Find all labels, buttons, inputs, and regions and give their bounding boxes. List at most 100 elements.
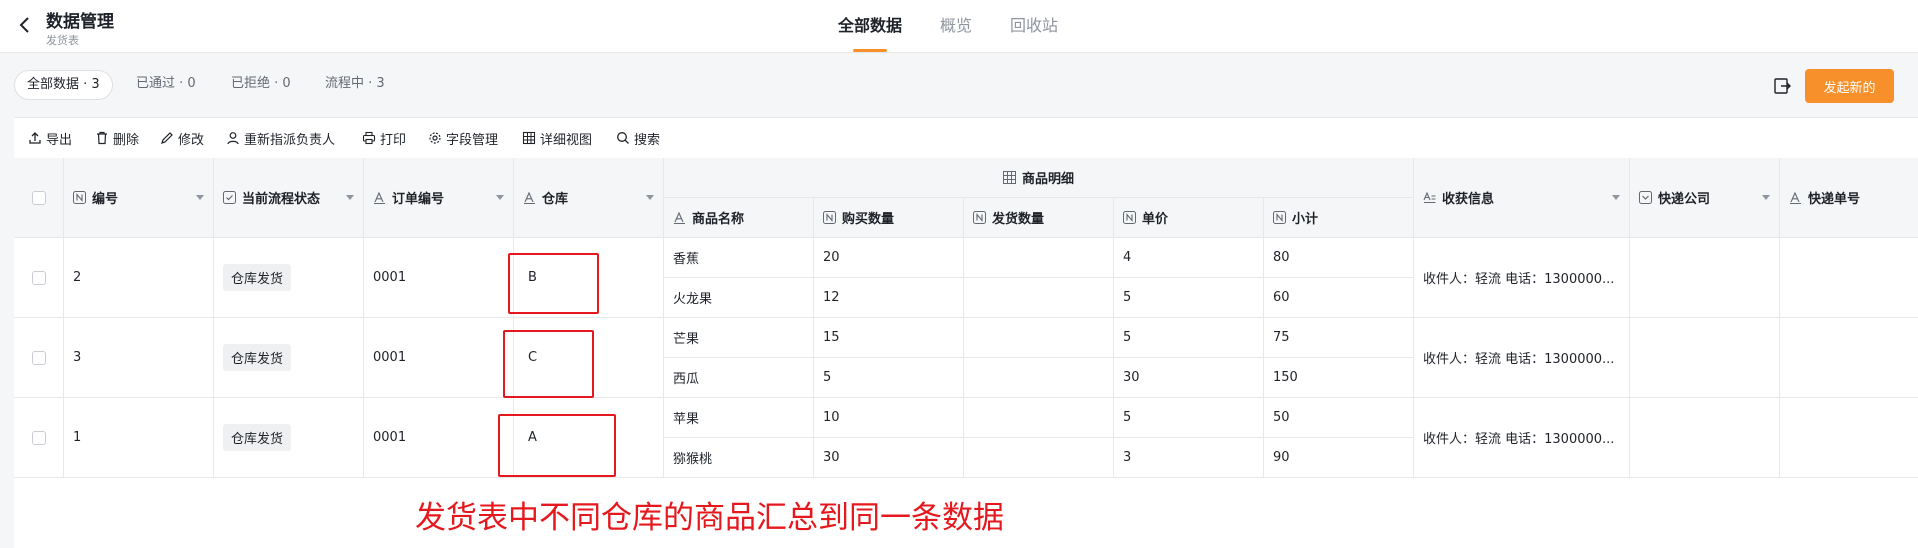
cell-id[interactable]: 2 — [64, 238, 214, 318]
page-title: 数据管理 — [46, 12, 114, 32]
sort-caret-icon[interactable] — [1762, 194, 1770, 200]
column-header-price[interactable]: 单价 — [1114, 198, 1264, 238]
column-header-tracking[interactable]: 快递单号 — [1780, 158, 1918, 238]
cell-qty[interactable]: 12 — [814, 278, 964, 318]
column-header-order-no[interactable]: 订单编号 — [364, 158, 514, 238]
cell-qty[interactable]: 20 — [814, 238, 964, 278]
cell-courier[interactable] — [1630, 238, 1780, 318]
cell-id[interactable]: 1 — [64, 398, 214, 478]
row-select-cell — [14, 318, 64, 398]
cell-status[interactable]: 仓库发货 — [214, 398, 364, 478]
cell-order-no[interactable]: 0001 — [364, 318, 514, 398]
column-header-receiver[interactable]: 收获信息 — [1414, 158, 1630, 238]
cell-qty[interactable]: 10 — [814, 398, 964, 438]
cell-qty[interactable]: 5 — [814, 358, 964, 398]
cell-price[interactable]: 5 — [1114, 278, 1264, 318]
column-header-courier[interactable]: 快递公司 — [1630, 158, 1780, 238]
column-header-subtotal[interactable]: 小计 — [1264, 198, 1414, 238]
sort-caret-icon[interactable] — [346, 194, 354, 200]
cell-ship-qty[interactable] — [964, 358, 1114, 398]
cell-ship-qty[interactable] — [964, 238, 1114, 278]
row-checkbox[interactable] — [31, 270, 46, 285]
print-button[interactable]: 打印 — [362, 118, 406, 158]
cell-tracking[interactable] — [1780, 318, 1918, 398]
start-new-button[interactable]: 发起新的 — [1805, 69, 1894, 103]
search-button[interactable]: 搜索 — [616, 118, 660, 158]
table-icon — [1002, 171, 1016, 184]
field-management-button[interactable]: 字段管理 — [428, 118, 498, 158]
cell-product[interactable]: 香蕉 — [664, 238, 814, 278]
cell-order-no[interactable]: 0001 — [364, 238, 514, 318]
cell-product[interactable]: 火龙果 — [664, 278, 814, 318]
table-icon — [522, 131, 536, 145]
cell-receiver[interactable]: 收件人：轻流 电话：1300000... — [1414, 318, 1630, 398]
tab-recycle-bin[interactable]: 回收站 — [1010, 0, 1058, 52]
cell-qty[interactable]: 30 — [814, 438, 964, 478]
cell-courier[interactable] — [1630, 318, 1780, 398]
cell-subtotal[interactable]: 75 — [1264, 318, 1414, 358]
cell-ship-qty[interactable] — [964, 278, 1114, 318]
export-button[interactable]: 导出 — [28, 118, 72, 158]
detail-view-button[interactable]: 详细视图 — [522, 118, 592, 158]
cell-qty[interactable]: 15 — [814, 318, 964, 358]
cell-product[interactable]: 苹果 — [664, 398, 814, 438]
sort-caret-icon[interactable] — [496, 194, 504, 200]
cell-price[interactable]: 4 — [1114, 238, 1264, 278]
cell-tracking[interactable] — [1780, 398, 1918, 478]
cell-price[interactable]: 5 — [1114, 318, 1264, 358]
filter-chip-all[interactable]: 全部数据 · 3 — [14, 70, 113, 100]
cell-price[interactable]: 30 — [1114, 358, 1264, 398]
column-header-qty[interactable]: 购买数量 — [814, 198, 964, 238]
cell-subtotal[interactable]: 90 — [1264, 438, 1414, 478]
filter-chip-approved[interactable]: 已通过 · 0 — [136, 69, 196, 99]
edit-button[interactable]: 修改 — [160, 118, 204, 158]
exit-icon[interactable] — [1772, 76, 1792, 96]
cell-subtotal[interactable]: 50 — [1264, 398, 1414, 438]
cell-tracking[interactable] — [1780, 238, 1918, 318]
user-icon — [227, 132, 239, 145]
row-checkbox[interactable] — [31, 350, 46, 365]
cell-order-no[interactable]: 0001 — [364, 398, 514, 478]
cell-product[interactable]: 芒果 — [664, 318, 814, 358]
sort-caret-icon[interactable] — [646, 194, 654, 200]
column-label-status: 当前流程状态 — [242, 192, 321, 207]
tab-overview[interactable]: 概览 — [940, 0, 972, 52]
cell-status[interactable]: 仓库发货 — [214, 318, 364, 398]
column-header-status[interactable]: 当前流程状态 — [214, 158, 364, 238]
column-header-id[interactable]: 编号 — [64, 158, 214, 238]
cell-receiver[interactable]: 收件人：轻流 电话：1300000... — [1414, 398, 1630, 478]
select-all-checkbox[interactable] — [31, 190, 46, 205]
sort-caret-icon[interactable] — [196, 194, 204, 200]
column-label-tracking: 快递单号 — [1808, 192, 1861, 207]
cell-price[interactable]: 5 — [1114, 398, 1264, 438]
cell-ship-qty[interactable] — [964, 318, 1114, 358]
cell-subtotal[interactable]: 60 — [1264, 278, 1414, 318]
back-arrow-icon[interactable] — [18, 15, 32, 35]
cell-status[interactable]: 仓库发货 — [214, 238, 364, 318]
column-header-warehouse[interactable]: 仓库 — [514, 158, 664, 238]
cell-ship-qty[interactable] — [964, 438, 1114, 478]
cell-price[interactable]: 3 — [1114, 438, 1264, 478]
cell-product[interactable]: 西瓜 — [664, 358, 814, 398]
highlight-box-warehouse-a — [498, 414, 616, 477]
cell-subtotal[interactable]: 80 — [1264, 238, 1414, 278]
reassign-button[interactable]: 重新指派负责人 — [226, 118, 335, 158]
delete-button[interactable]: 删除 — [95, 118, 139, 158]
cell-id[interactable]: 3 — [64, 318, 214, 398]
number-field-icon — [1273, 211, 1286, 224]
column-label-ship-qty: 发货数量 — [992, 212, 1045, 227]
checkbox-field-icon — [223, 191, 236, 204]
status-badge: 仓库发货 — [223, 264, 292, 291]
cell-courier[interactable] — [1630, 398, 1780, 478]
column-header-ship-qty[interactable]: 发货数量 — [964, 198, 1114, 238]
cell-receiver[interactable]: 收件人：轻流 电话：1300000... — [1414, 238, 1630, 318]
cell-ship-qty[interactable] — [964, 398, 1114, 438]
cell-product[interactable]: 猕猴桃 — [664, 438, 814, 478]
cell-subtotal[interactable]: 150 — [1264, 358, 1414, 398]
column-header-product[interactable]: 商品名称 — [664, 198, 814, 238]
row-checkbox[interactable] — [31, 430, 46, 445]
filter-chip-in-progress[interactable]: 流程中 · 3 — [325, 69, 385, 99]
sort-caret-icon[interactable] — [1612, 194, 1620, 200]
tab-all-data[interactable]: 全部数据 — [838, 0, 902, 52]
filter-chip-rejected[interactable]: 已拒绝 · 0 — [231, 69, 291, 99]
